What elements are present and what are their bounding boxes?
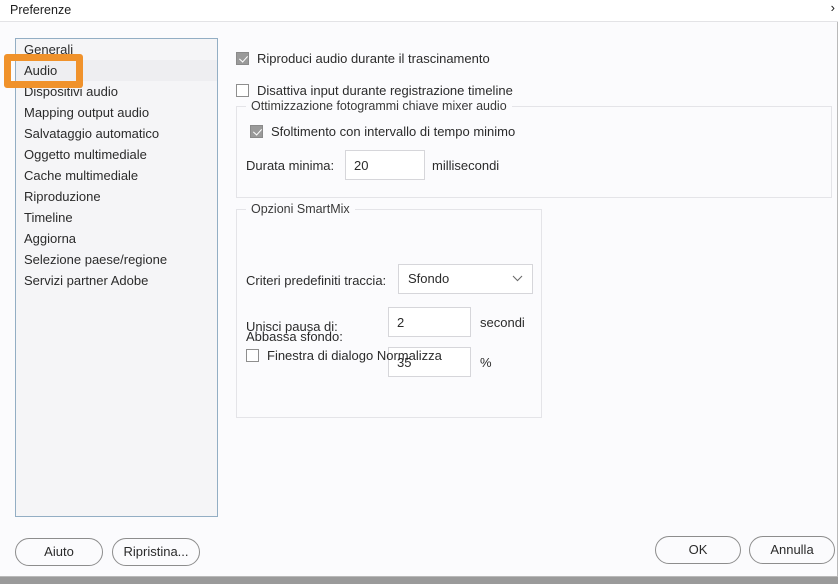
min-duration-input[interactable] — [345, 150, 425, 180]
checkbox-thinning[interactable] — [250, 125, 263, 138]
sidebar-item-cache-multimediale[interactable]: Cache multimediale — [16, 165, 217, 186]
checkbox-thinning-label: Sfoltimento con intervallo di tempo mini… — [271, 124, 516, 139]
chevron-down-icon — [512, 275, 523, 282]
checkbox-playback-audio-label: Riproduci audio durante il trascinamento — [257, 51, 490, 66]
checkbox-disable-input[interactable] — [236, 84, 249, 97]
preferences-dialog: Preferenze › Generali Audio Dispositivi … — [0, 0, 838, 577]
page-title: Preferenze — [10, 3, 72, 17]
group-optimization: Ottimizzazione fotogrammi chiave mixer a… — [236, 99, 832, 198]
checkbox-row-normalize-dialog[interactable]: Finestra di dialogo Normalizza — [246, 348, 442, 363]
sidebar-item-timeline[interactable]: Timeline — [16, 207, 217, 228]
audio-preferences-panel: Riproduci audio durante il trascinamento… — [228, 40, 834, 510]
window-bottom-strip — [0, 577, 838, 584]
checkbox-normalize-dialog-label: Finestra di dialogo Normalizza — [267, 348, 442, 363]
sidebar-item-selezione-paese-regione[interactable]: Selezione paese/regione — [16, 249, 217, 270]
track-preset-label: Criteri predefiniti traccia: — [246, 273, 387, 288]
checkbox-disable-input-label: Disattiva input durante registrazione ti… — [257, 83, 513, 98]
sidebar-item-dispositivi-audio[interactable]: Dispositivi audio — [16, 81, 217, 102]
lower-background-label: Abbassa sfondo: — [246, 329, 343, 344]
cancel-button[interactable]: Annulla — [749, 536, 835, 564]
track-preset-select[interactable]: Sfondo — [398, 264, 533, 294]
min-duration-unit: millisecondi — [432, 158, 500, 173]
merge-pause-input[interactable] — [388, 307, 471, 337]
lower-background-unit: % — [480, 355, 492, 370]
sidebar-item-salvataggio-automatico[interactable]: Salvataggio automatico — [16, 123, 217, 144]
sidebar-item-generali[interactable]: Generali — [16, 39, 217, 60]
sidebar-item-aggiorna[interactable]: Aggiorna — [16, 228, 217, 249]
sidebar-item-oggetto-multimediale[interactable]: Oggetto multimediale — [16, 144, 217, 165]
checkbox-playback-audio[interactable] — [236, 52, 249, 65]
checkbox-row-thinning[interactable]: Sfoltimento con intervallo di tempo mini… — [250, 124, 515, 139]
chevron-right-icon: › — [830, 0, 835, 15]
reset-button[interactable]: Ripristina... — [112, 538, 200, 566]
category-list[interactable]: Generali Audio Dispositivi audio Mapping… — [15, 38, 218, 517]
min-duration-label: Durata minima: — [246, 158, 335, 173]
sidebar-item-servizi-partner-adobe[interactable]: Servizi partner Adobe — [16, 270, 217, 291]
ok-button[interactable]: OK — [655, 536, 741, 564]
sidebar-item-audio[interactable]: Audio — [16, 60, 217, 81]
sidebar-item-riproduzione[interactable]: Riproduzione — [16, 186, 217, 207]
track-preset-value: Sfondo — [408, 271, 450, 286]
group-optimization-legend: Ottimizzazione fotogrammi chiave mixer a… — [246, 99, 512, 113]
checkbox-row-playback-audio[interactable]: Riproduci audio durante il trascinamento — [236, 51, 490, 66]
merge-pause-unit: secondi — [480, 315, 525, 330]
help-button[interactable]: Aiuto — [15, 538, 103, 566]
checkbox-row-disable-input[interactable]: Disattiva input durante registrazione ti… — [236, 83, 513, 98]
title-bar: Preferenze › — [0, 0, 838, 22]
sidebar-item-mapping-output-audio[interactable]: Mapping output audio — [16, 102, 217, 123]
checkbox-normalize-dialog[interactable] — [246, 349, 259, 362]
group-smartmix-legend: Opzioni SmartMix — [246, 202, 355, 216]
